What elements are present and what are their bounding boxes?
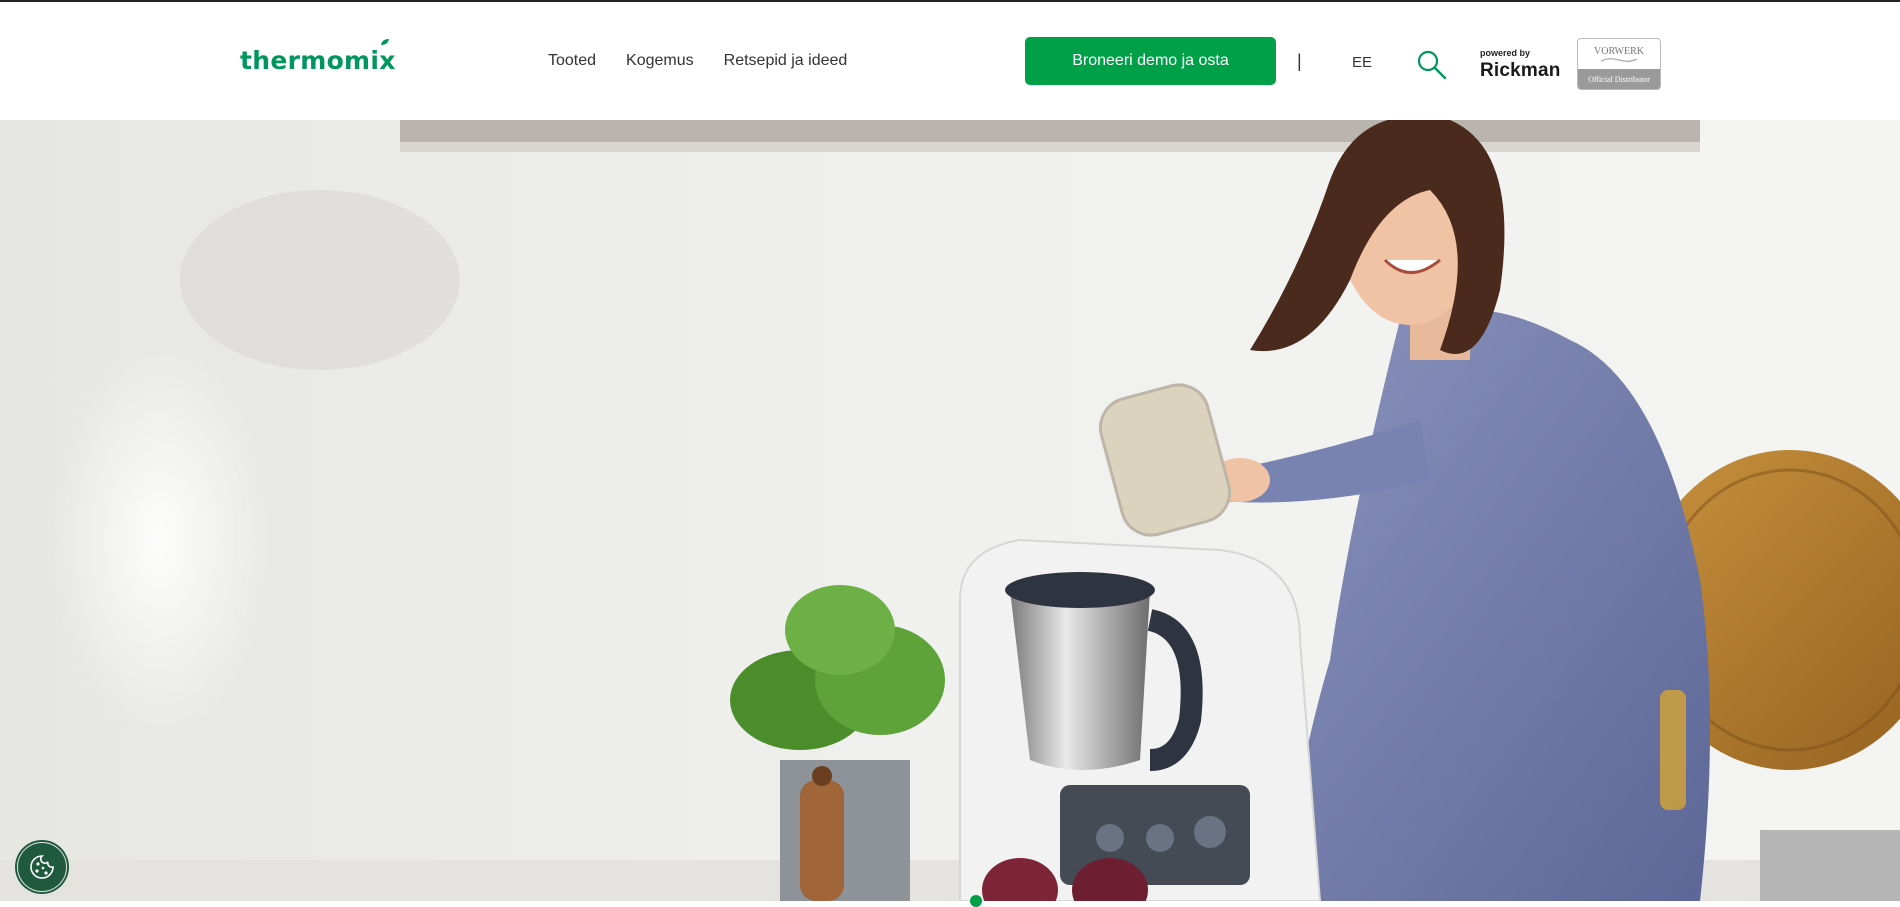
powered-by-rickman[interactable]: powered by Rickman xyxy=(1480,48,1561,82)
hero-image xyxy=(0,120,1900,901)
site-header: thermomix Tooted Kogemus Retsepid ja ide… xyxy=(0,2,1900,120)
thermomix-logo[interactable]: thermomix xyxy=(240,39,396,76)
vorwerk-logo: VORWERK xyxy=(1594,45,1644,57)
vorwerk-distributor-badge[interactable]: VORWERK Official Distributor xyxy=(1577,38,1661,90)
powered-by-label: powered by xyxy=(1480,48,1531,58)
nav-item-tooted[interactable]: Tooted xyxy=(548,52,596,70)
search-icon[interactable] xyxy=(1416,49,1448,81)
hero-banner xyxy=(0,120,1900,901)
cookie-icon xyxy=(30,855,54,879)
vorwerk-swoosh-icon xyxy=(1600,57,1638,62)
nav-item-retsepid[interactable]: Retsepid ja ideed xyxy=(724,52,848,70)
vorwerk-tagline: Official Distributor xyxy=(1578,69,1660,89)
hero-slider-dot[interactable] xyxy=(970,895,982,907)
main-nav: Tooted Kogemus Retsepid ja ideed xyxy=(548,52,847,70)
logo-text: thermomix xyxy=(240,46,396,75)
language-selector[interactable]: EE xyxy=(1352,54,1372,71)
nav-item-kogemus[interactable]: Kogemus xyxy=(626,52,694,70)
leaf-icon xyxy=(380,39,389,45)
header-divider: | xyxy=(1297,51,1302,71)
rickman-logo: Rickman xyxy=(1480,60,1561,81)
book-demo-button[interactable]: Broneeri demo ja osta xyxy=(1025,37,1276,85)
cookie-settings-button[interactable] xyxy=(17,842,67,892)
